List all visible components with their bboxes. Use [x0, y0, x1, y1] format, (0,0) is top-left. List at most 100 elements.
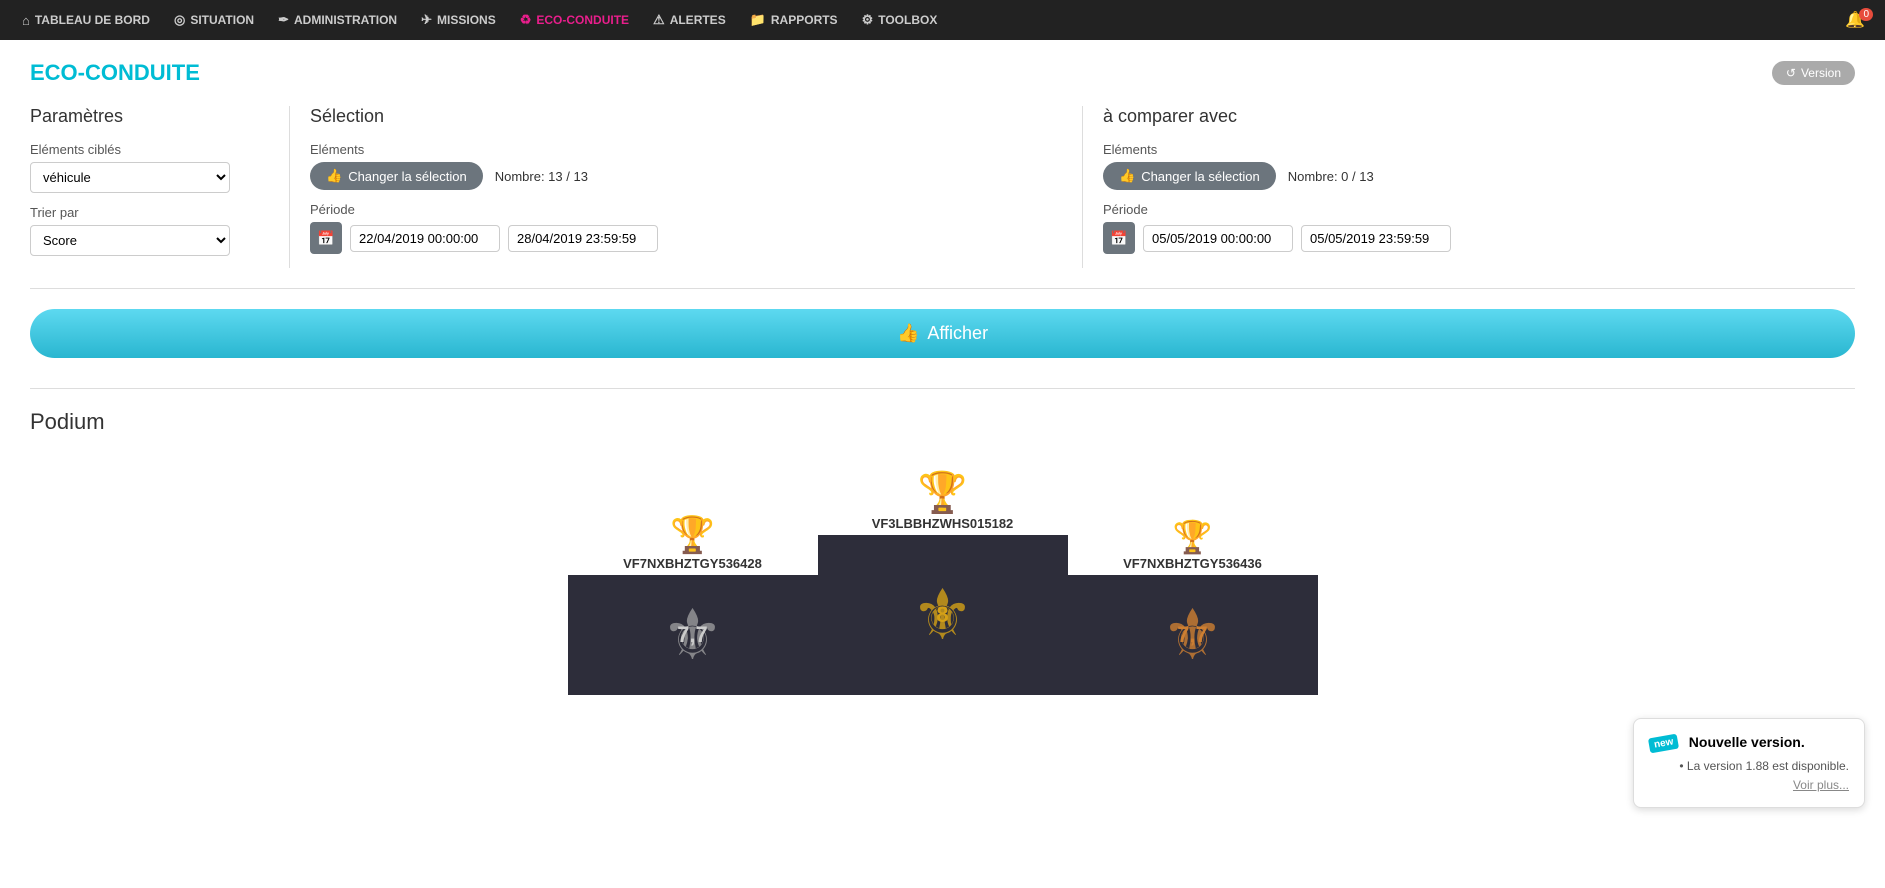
selection-periode-group: Période 📅	[310, 202, 1062, 254]
podium-second-score-wrap: ⚜ 7,7	[643, 585, 743, 685]
comparaison-periode-label: Période	[1103, 202, 1855, 217]
notification-header: new Nouvelle version.	[1649, 734, 1849, 751]
afficher-button[interactable]: 👍 Afficher	[30, 309, 1855, 358]
nav-label: TABLEAU DE BORD	[35, 13, 150, 27]
selection-date-from[interactable]	[350, 225, 500, 252]
calendar-icon-2: 📅	[1110, 230, 1127, 247]
podium-second: 🏆 VF7NXBHZTGY536428 ⚜ 7,7	[568, 514, 818, 695]
nav-right: 🔔 0	[1835, 10, 1875, 30]
nav-label: ALERTES	[670, 13, 726, 27]
comparaison-elements-label: Eléments	[1103, 142, 1855, 157]
rapports-icon: 📁	[750, 12, 766, 28]
nav-label: MISSIONS	[437, 13, 496, 27]
podium-second-score: 7,7	[677, 622, 708, 648]
podium-third: 🏆 VF7NXBHZTGY536436 ⚜ 7,7	[1068, 518, 1318, 695]
selection-nombre: Nombre: 13 / 13	[495, 169, 588, 184]
trophy-bronze-icon: 🏆	[1173, 518, 1213, 556]
admin-icon: ✒	[278, 12, 289, 28]
version-button[interactable]: ↺ Version	[1772, 61, 1855, 85]
podium-second-name: VF7NXBHZTGY536428	[623, 556, 762, 571]
notification-title: Nouvelle version.	[1689, 734, 1805, 750]
version-icon: ↺	[1786, 66, 1796, 80]
elements-cibles-label: Eléments ciblés	[30, 142, 269, 157]
nav-items: ⌂ TABLEAU DE BORD ◎ SITUATION ✒ ADMINIST…	[10, 0, 949, 40]
selection-date-to[interactable]	[508, 225, 658, 252]
nav-label: SITUATION	[190, 13, 254, 27]
trophy-gold-icon: 🏆	[918, 469, 968, 516]
comparaison-change-label: Changer la sélection	[1141, 169, 1260, 184]
comparaison-period-row: 📅	[1103, 222, 1855, 254]
nav-label: TOOLBOX	[878, 13, 937, 27]
podium-third-score: 7,7	[1177, 622, 1208, 648]
version-label: Version	[1801, 66, 1841, 80]
nav-situation[interactable]: ◎ SITUATION	[162, 0, 266, 40]
nav-administration[interactable]: ✒ ADMINISTRATION	[266, 0, 409, 40]
selection-change-button[interactable]: 👍 Changer la sélection	[310, 162, 483, 190]
calendar-icon: 📅	[317, 230, 334, 247]
nav-toolbox[interactable]: ⚙ TOOLBOX	[850, 0, 950, 40]
comparaison-title: à comparer avec	[1103, 106, 1855, 127]
podium-title: Podium	[30, 409, 1855, 435]
nav-label: ECO-CONDUITE	[536, 13, 629, 27]
podium-first-block: ⚜ 8	[818, 535, 1068, 695]
new-badge: new	[1648, 734, 1680, 754]
voir-plus-link[interactable]: Voir plus...	[1649, 778, 1849, 792]
podium-first-score-wrap: ⚜ 8	[893, 565, 993, 665]
params-section: Paramètres Eléments ciblés véhicule cond…	[30, 106, 1855, 289]
selection-periode-label: Période	[310, 202, 1062, 217]
trophy-silver-icon: 🏆	[670, 514, 715, 556]
comparaison-change-button[interactable]: 👍 Changer la sélection	[1103, 162, 1276, 190]
trier-par-label: Trier par	[30, 205, 269, 220]
selection-title: Sélection	[310, 106, 1062, 127]
comparaison-date-from[interactable]	[1143, 225, 1293, 252]
podium-first-score: 8	[936, 602, 948, 628]
selection-change-label: Changer la sélection	[348, 169, 467, 184]
podium-first: 🏆 VF3LBBHZWHS015182 ⚜ 8	[818, 469, 1068, 695]
comparaison-col: à comparer avec Eléments 👍 Changer la sé…	[1103, 106, 1855, 268]
parametres-title: Paramètres	[30, 106, 269, 127]
bell-button[interactable]: 🔔 0	[1835, 10, 1875, 30]
notification-body: • La version 1.88 est disponible.	[1679, 759, 1849, 773]
nav-label: RAPPORTS	[771, 13, 838, 27]
nav-rapports[interactable]: 📁 RAPPORTS	[738, 0, 850, 40]
comparaison-nombre: Nombre: 0 / 13	[1288, 169, 1374, 184]
selection-period-row: 📅	[310, 222, 1062, 254]
trier-par-group: Trier par Score Distance Consommation	[30, 205, 269, 256]
comparaison-change-icon: 👍	[1119, 168, 1135, 184]
nav-bar: ⌂ TABLEAU DE BORD ◎ SITUATION ✒ ADMINIST…	[0, 0, 1885, 40]
toolbox-icon: ⚙	[862, 12, 874, 28]
selection-calendar-button[interactable]: 📅	[310, 222, 342, 254]
nav-label: ADMINISTRATION	[294, 13, 397, 27]
comparaison-date-to[interactable]	[1301, 225, 1451, 252]
page-title: ECO-CONDUITE	[30, 60, 200, 86]
afficher-icon: 👍	[897, 323, 919, 344]
main-content: ECO-CONDUITE ↺ Version Paramètres Elémen…	[0, 40, 1885, 715]
selection-change-icon: 👍	[326, 168, 342, 184]
podium-second-block: ⚜ 7,7	[568, 575, 818, 695]
podium-section: Podium 🏆 VF7NXBHZTGY536428 ⚜ 7,7 🏆 VF3LB…	[30, 409, 1855, 695]
podium-third-score-wrap: ⚜ 7,7	[1143, 585, 1243, 685]
selection-elements-label: Eléments	[310, 142, 1062, 157]
notification-body-text: La version 1.88 est disponible.	[1687, 759, 1849, 773]
missions-icon: ✈	[421, 12, 432, 28]
elements-cibles-group: Eléments ciblés véhicule conducteur	[30, 142, 269, 193]
selection-col: Sélection Eléments 👍 Changer la sélectio…	[310, 106, 1083, 268]
page-header: ECO-CONDUITE ↺ Version	[30, 60, 1855, 86]
afficher-label: Afficher	[927, 323, 988, 344]
podium-container: 🏆 VF7NXBHZTGY536428 ⚜ 7,7 🏆 VF3LBBHZWHS0…	[30, 455, 1855, 695]
nav-eco-conduite[interactable]: ♻ ECO-CONDUITE	[508, 0, 641, 40]
comparaison-elements-row: 👍 Changer la sélection Nombre: 0 / 13	[1103, 162, 1855, 190]
situation-icon: ◎	[174, 12, 185, 28]
home-icon: ⌂	[22, 13, 30, 28]
comparaison-calendar-button[interactable]: 📅	[1103, 222, 1135, 254]
trier-par-select[interactable]: Score Distance Consommation	[30, 225, 230, 256]
parametres-col: Paramètres Eléments ciblés véhicule cond…	[30, 106, 290, 268]
podium-third-block: ⚜ 7,7	[1068, 575, 1318, 695]
elements-cibles-select[interactable]: véhicule conducteur	[30, 162, 230, 193]
selection-elements-row: 👍 Changer la sélection Nombre: 13 / 13	[310, 162, 1062, 190]
comparaison-periode-group: Période 📅	[1103, 202, 1855, 254]
nav-tableau-de-bord[interactable]: ⌂ TABLEAU DE BORD	[10, 0, 162, 40]
podium-third-name: VF7NXBHZTGY536436	[1123, 556, 1262, 571]
nav-alertes[interactable]: ⚠ ALERTES	[641, 0, 738, 40]
nav-missions[interactable]: ✈ MISSIONS	[409, 0, 508, 40]
